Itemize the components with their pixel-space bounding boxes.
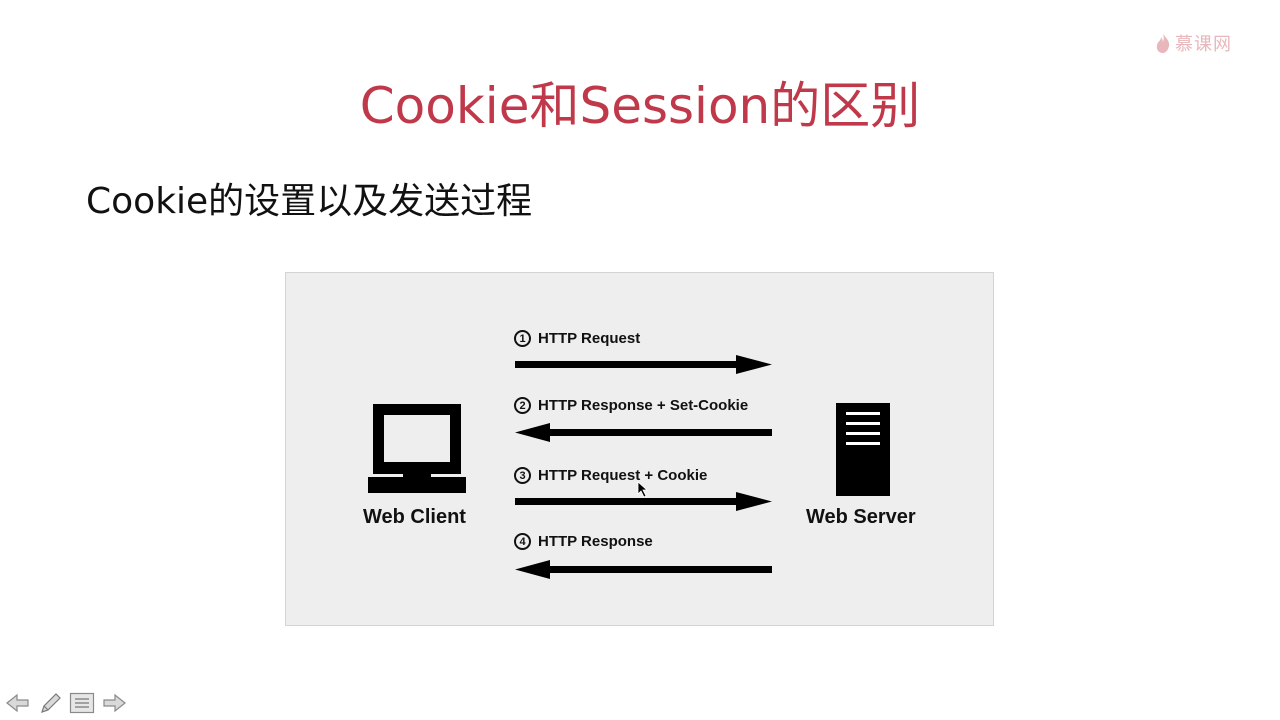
next-slide-button[interactable] xyxy=(100,690,128,716)
step-1-number: 1 xyxy=(514,330,531,347)
slide-subtitle: Cookie的设置以及发送过程 xyxy=(86,181,533,222)
web-server-label: Web Server xyxy=(806,506,916,528)
diagram-graphics xyxy=(368,355,890,579)
step-1-text: HTTP Request xyxy=(538,330,641,347)
presentation-toolbar xyxy=(4,690,128,716)
step-4-label: 4 HTTP Response xyxy=(514,533,653,550)
step-3-text: HTTP Request + Cookie xyxy=(538,467,708,484)
server-icon xyxy=(836,403,890,496)
step-2-label: 2 HTTP Response + Set-Cookie xyxy=(514,397,748,414)
arrow-response-set-cookie xyxy=(515,423,772,442)
step-2-number: 2 xyxy=(514,397,531,414)
step-3-label: 3 HTTP Request + Cookie xyxy=(514,467,707,484)
slide-menu-button[interactable] xyxy=(68,690,96,716)
mouse-cursor-icon xyxy=(637,481,649,498)
computer-icon xyxy=(368,404,466,493)
step-2-text: HTTP Response + Set-Cookie xyxy=(538,397,749,414)
arrow-response xyxy=(515,560,772,579)
previous-slide-button[interactable] xyxy=(4,690,32,716)
arrow-right-icon xyxy=(103,693,126,713)
flame-icon xyxy=(1156,33,1170,53)
arrow-request xyxy=(515,355,772,374)
step-3-number: 3 xyxy=(514,467,531,484)
arrow-left-icon xyxy=(6,693,29,713)
logo-text: 慕课网 xyxy=(1175,34,1232,55)
step-4-number: 4 xyxy=(514,533,531,550)
pen-tool-button[interactable] xyxy=(36,690,64,716)
step-1-label: 1 HTTP Request xyxy=(514,330,640,347)
slide-title: Cookie和Session的区别 xyxy=(359,77,921,135)
cookie-flow-diagram: 1 HTTP Request 2 HTTP Response + Set-Coo… xyxy=(285,272,994,626)
web-client-label: Web Client xyxy=(363,506,466,528)
step-4-text: HTTP Response xyxy=(538,533,653,550)
slide: 慕课网 Cookie和Session的区别 Cookie的设置以及发送过程 1 … xyxy=(0,0,1280,720)
menu-icon xyxy=(69,692,95,714)
imooc-logo: 慕课网 xyxy=(1155,30,1232,56)
pen-icon xyxy=(41,693,61,713)
